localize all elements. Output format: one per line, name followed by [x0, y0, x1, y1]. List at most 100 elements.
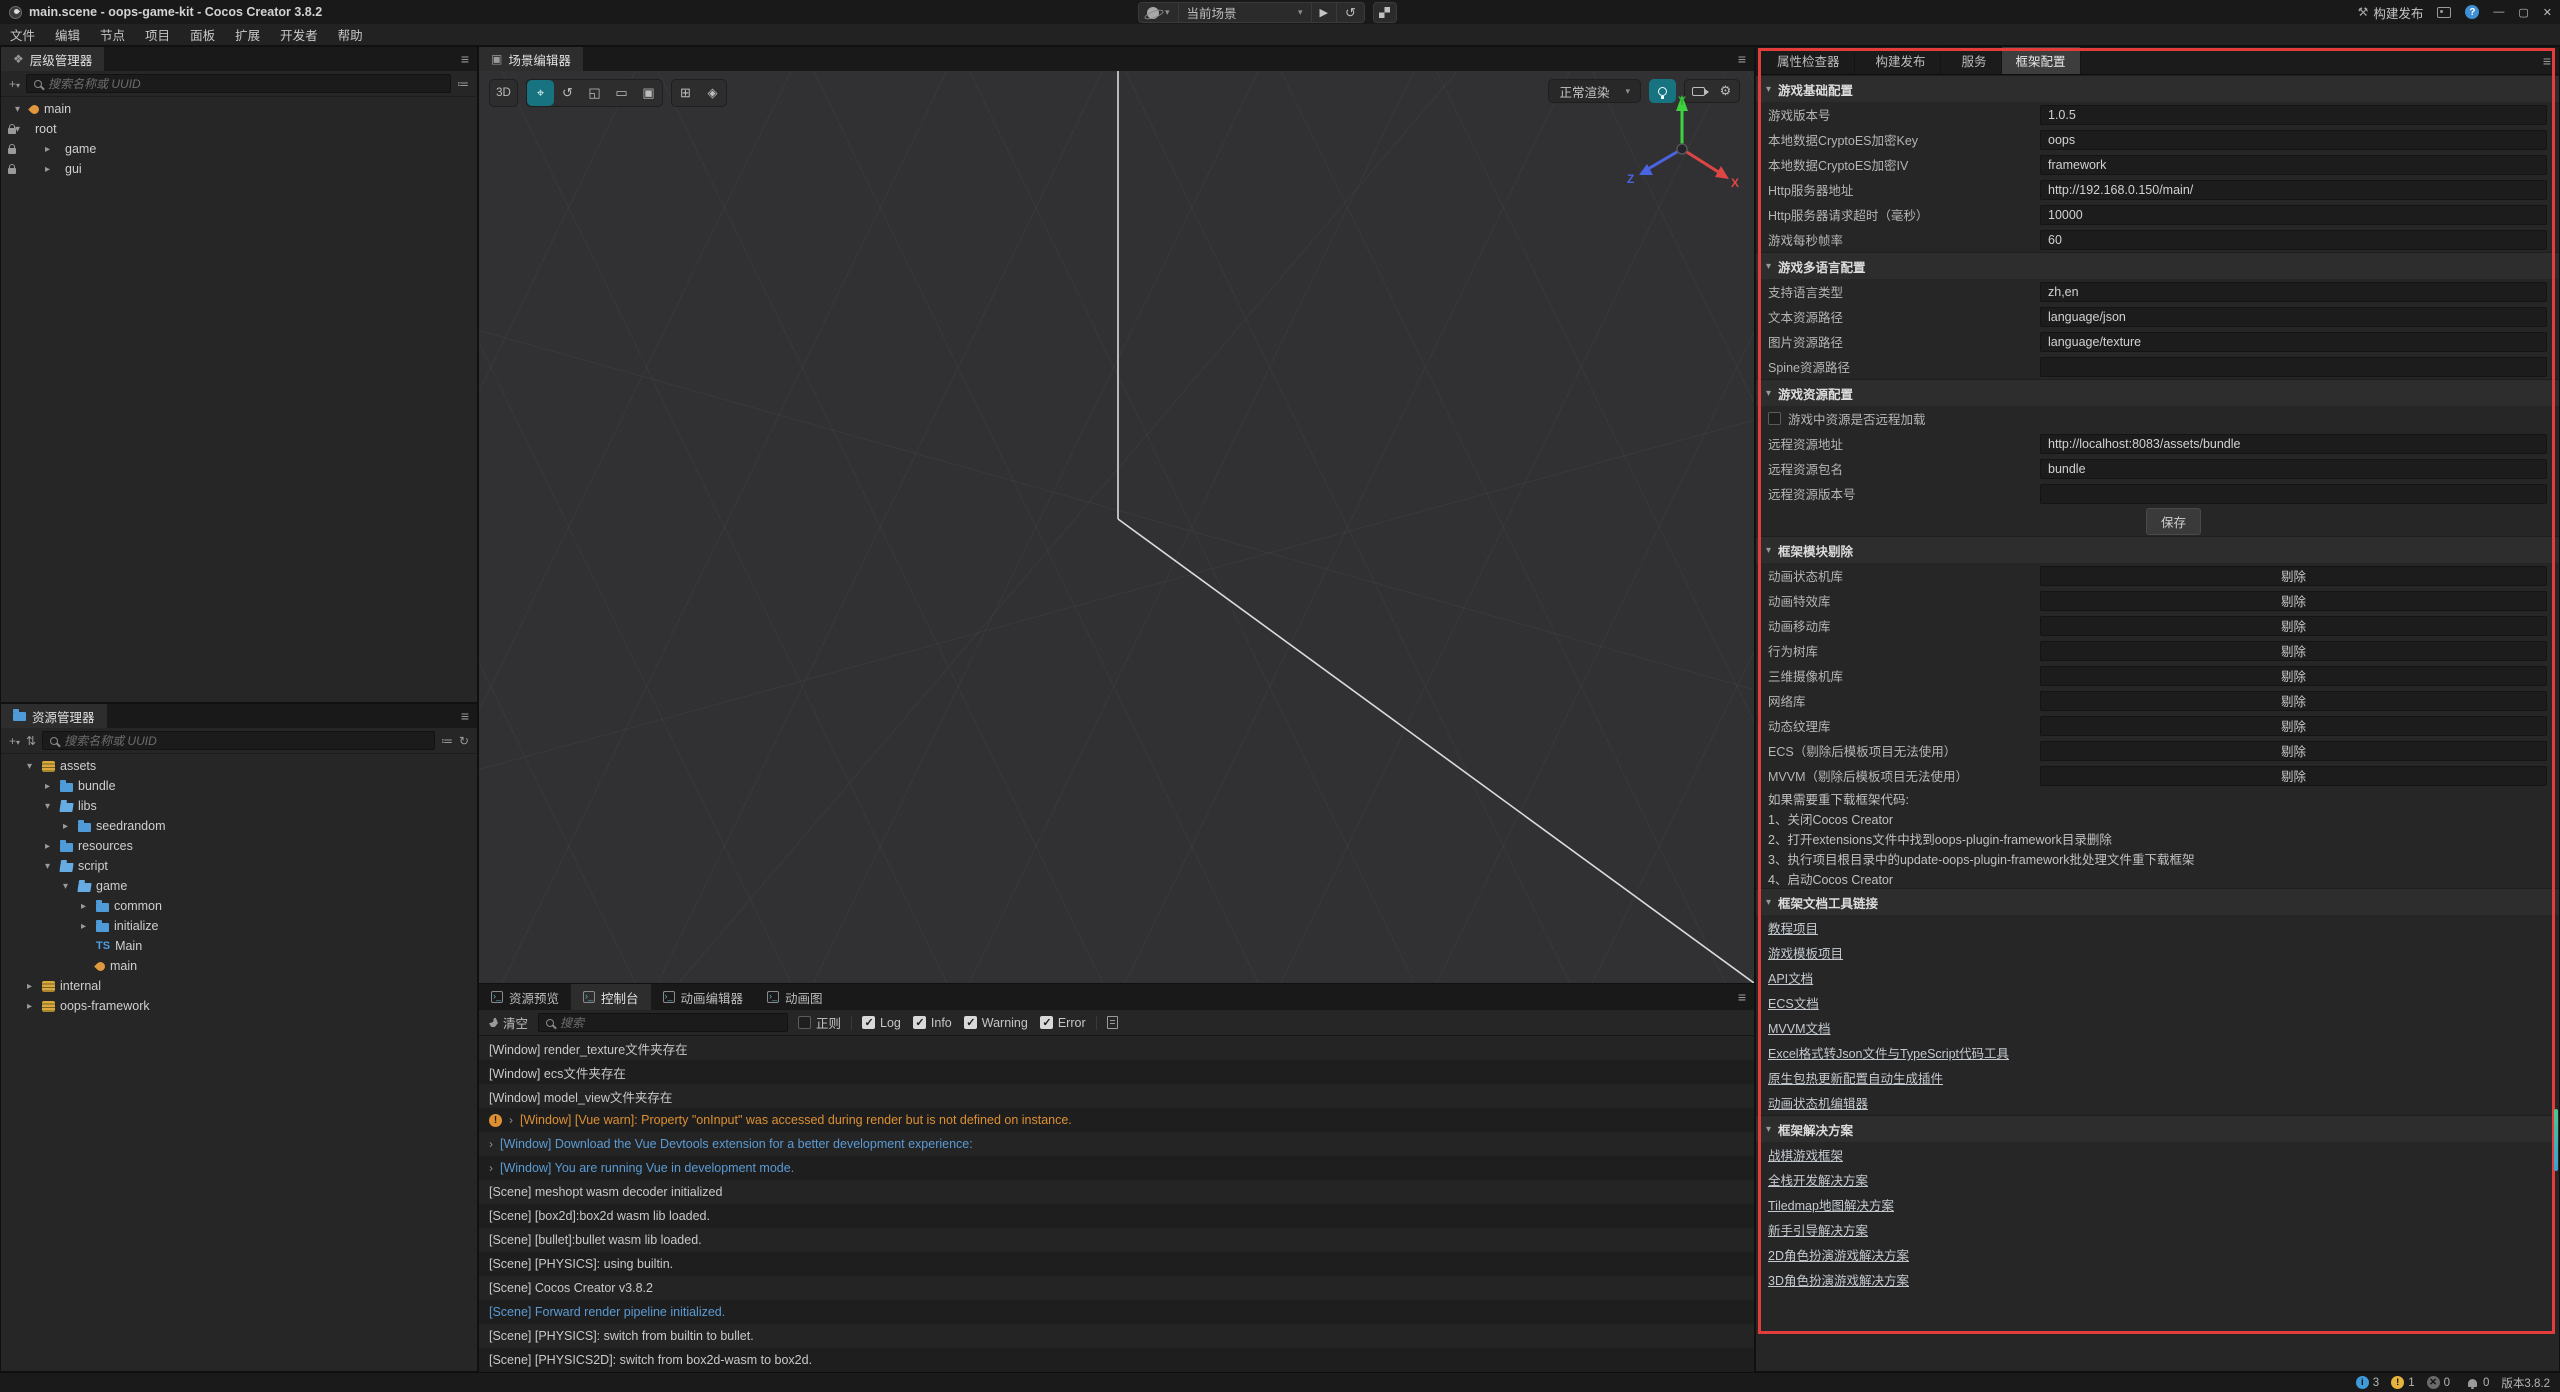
- tree-row[interactable]: initialize: [1, 916, 477, 936]
- assets-search-input[interactable]: [64, 734, 427, 748]
- menu-item[interactable]: 面板: [180, 25, 225, 44]
- inspector-tab[interactable]: 服务: [1941, 47, 2002, 74]
- field-input[interactable]: framework: [2040, 155, 2547, 175]
- solution-link[interactable]: 战棋游戏框架: [1768, 1145, 1843, 1164]
- expand-arrow-icon[interactable]: [45, 861, 55, 872]
- field-input[interactable]: language/json: [2040, 307, 2547, 327]
- section-header-resources[interactable]: ▾ 游戏资源配置: [1756, 379, 2559, 406]
- log-row[interactable]: [Scene] Forward render pipeline initiali…: [479, 1300, 1754, 1324]
- doc-link[interactable]: ECS文档: [1768, 993, 1819, 1012]
- tree-row[interactable]: main: [1, 99, 477, 119]
- solution-link[interactable]: Tiledmap地图解决方案: [1768, 1195, 1894, 1214]
- notification-counter[interactable]: 0: [2468, 1377, 2489, 1389]
- hierarchy-search-input[interactable]: [48, 77, 443, 91]
- play-button[interactable]: ▶: [1312, 3, 1336, 22]
- panel-menu-icon[interactable]: ≡: [461, 51, 469, 67]
- expand-arrow-icon[interactable]: [15, 104, 25, 115]
- doc-link[interactable]: 原生包热更新配置自动生成插件: [1768, 1068, 1943, 1087]
- section-header-docs[interactable]: ▾ 框架文档工具链接: [1756, 888, 2559, 915]
- solution-link[interactable]: 2D角色扮演游戏解决方案: [1768, 1245, 1909, 1264]
- log-filter-checkbox[interactable]: Log: [862, 1016, 901, 1030]
- solution-link[interactable]: 全栈开发解决方案: [1768, 1170, 1868, 1189]
- inspector-tab[interactable]: 框架配置: [2002, 47, 2081, 74]
- save-button[interactable]: 保存: [2146, 508, 2201, 535]
- platform-select[interactable]: ▾: [1139, 3, 1178, 22]
- filter-type-icon[interactable]: ≔: [457, 77, 469, 91]
- log-row[interactable]: [Scene] [PHYSICS2D]: switch from box2d-w…: [479, 1348, 1754, 1372]
- remove-module-button[interactable]: 剔除: [2040, 641, 2547, 661]
- screenshot-icon[interactable]: [2437, 7, 2451, 18]
- log-row[interactable]: [Scene] [box2d]:box2d wasm lib loaded.: [479, 1204, 1754, 1228]
- tab-hierarchy[interactable]: ❖ 层级管理器: [1, 47, 104, 71]
- expand-arrow-icon[interactable]: [45, 781, 55, 792]
- remove-module-button[interactable]: 剔除: [2040, 691, 2547, 711]
- expand-arrow-icon[interactable]: [45, 801, 55, 812]
- preview-qr-button[interactable]: [1373, 2, 1397, 23]
- doc-link[interactable]: API文档: [1768, 968, 1813, 987]
- build-publish-button[interactable]: ⚒ 构建发布: [2358, 3, 2424, 22]
- field-input[interactable]: [2040, 357, 2547, 377]
- remote-load-checkbox-row[interactable]: 游戏中资源是否远程加载: [1756, 406, 2559, 431]
- log-filter-checkbox[interactable]: Error: [1040, 1016, 1086, 1030]
- error-counter[interactable]: ✕ 0: [2427, 1376, 2450, 1389]
- panel-menu-icon[interactable]: ≡: [1738, 989, 1746, 1005]
- expand-arrow-icon[interactable]: [45, 144, 55, 155]
- tree-row[interactable]: bundle: [1, 776, 477, 796]
- tree-row[interactable]: libs: [1, 796, 477, 816]
- console-tab[interactable]: 动画图: [755, 984, 835, 1010]
- sort-icon[interactable]: ⇅: [26, 734, 36, 748]
- scale-tool-button[interactable]: ◱: [581, 80, 608, 106]
- section-header-basic[interactable]: ▾ 游戏基础配置: [1756, 75, 2559, 102]
- tree-row[interactable]: common: [1, 896, 477, 916]
- menu-item[interactable]: 项目: [135, 25, 180, 44]
- menu-item[interactable]: 文件: [0, 25, 45, 44]
- add-node-button[interactable]: +▾: [9, 77, 20, 91]
- log-row[interactable]: › [Window] Download the Vue Devtools ext…: [479, 1132, 1754, 1156]
- pivot-toggle-button[interactable]: ⊞: [672, 80, 699, 106]
- console-tab[interactable]: 资源预览: [479, 984, 571, 1010]
- remove-module-button[interactable]: 剔除: [2040, 591, 2547, 611]
- section-header-solutions[interactable]: ▾ 框架解决方案: [1756, 1115, 2559, 1142]
- tree-row[interactable]: gui: [1, 159, 477, 179]
- expand-arrow-icon[interactable]: [27, 761, 37, 772]
- expand-arrow-icon[interactable]: [63, 881, 73, 892]
- refresh-icon[interactable]: ↻: [459, 734, 469, 748]
- field-input[interactable]: bundle: [2040, 459, 2547, 479]
- expand-chevron-icon[interactable]: ›: [509, 1113, 513, 1127]
- expand-arrow-icon[interactable]: [27, 981, 37, 992]
- tree-row[interactable]: script: [1, 856, 477, 876]
- tab-assets[interactable]: 资源管理器: [1, 704, 107, 728]
- inspector-tab[interactable]: 构建发布: [1855, 47, 1941, 74]
- section-header-i18n[interactable]: ▾ 游戏多语言配置: [1756, 252, 2559, 279]
- console-search[interactable]: [538, 1013, 788, 1032]
- remove-module-button[interactable]: 剔除: [2040, 666, 2547, 686]
- log-row[interactable]: [Window] model_view文件夹存在: [479, 1084, 1754, 1108]
- log-row[interactable]: [Window] ecs文件夹存在: [479, 1060, 1754, 1084]
- tree-row[interactable]: assets: [1, 756, 477, 776]
- menu-item[interactable]: 节点: [90, 25, 135, 44]
- tree-row[interactable]: TS Main: [1, 936, 477, 956]
- move-tool-button[interactable]: ⌖: [527, 80, 554, 106]
- tree-row[interactable]: main: [1, 956, 477, 976]
- tree-row[interactable]: internal: [1, 976, 477, 996]
- expand-arrow-icon[interactable]: [27, 1001, 37, 1012]
- field-input[interactable]: language/texture: [2040, 332, 2547, 352]
- field-input[interactable]: 60: [2040, 230, 2547, 250]
- maximize-button[interactable]: ▢: [2518, 6, 2528, 19]
- 3d-toggle-button[interactable]: 3D: [490, 80, 517, 106]
- regex-checkbox[interactable]: 正则: [798, 1013, 841, 1032]
- doc-link[interactable]: MVVM文档: [1768, 1018, 1831, 1037]
- expand-arrow-icon[interactable]: [81, 921, 91, 932]
- tree-row[interactable]: oops-framework: [1, 996, 477, 1016]
- field-input[interactable]: 1.0.5: [2040, 105, 2547, 125]
- menu-item[interactable]: 扩展: [225, 25, 270, 44]
- console-search-input[interactable]: [560, 1016, 780, 1030]
- hierarchy-search[interactable]: [26, 74, 451, 93]
- log-file-icon[interactable]: [1107, 1016, 1118, 1029]
- tree-row[interactable]: seedrandom: [1, 816, 477, 836]
- assets-search[interactable]: [42, 731, 435, 750]
- section-header-modules[interactable]: ▾ 框架模块剔除: [1756, 536, 2559, 563]
- expand-chevron-icon[interactable]: ›: [489, 1161, 493, 1175]
- minimize-button[interactable]: —: [2493, 6, 2504, 18]
- remove-module-button[interactable]: 剔除: [2040, 716, 2547, 736]
